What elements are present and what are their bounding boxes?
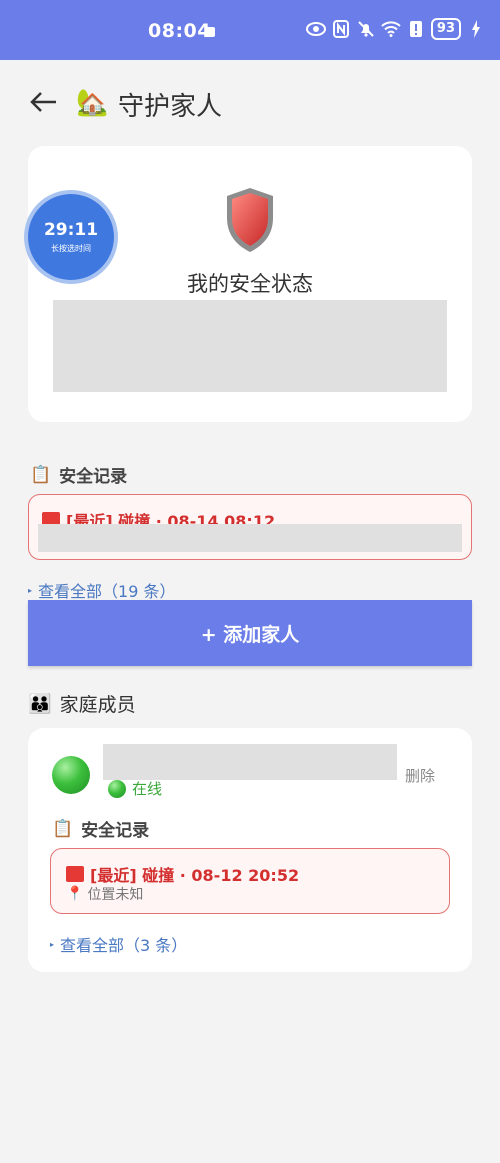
- house-icon: 🏡: [76, 88, 109, 118]
- online-status-text: 在线: [132, 780, 163, 798]
- status-content-placeholder: [53, 300, 447, 392]
- member-safety-records-heading: 📋 安全记录: [52, 816, 150, 842]
- member-location-text: 位置未知: [87, 887, 144, 903]
- member-location: 📍 位置未知: [66, 884, 143, 904]
- family-icon: 👪: [28, 693, 52, 715]
- clipboard-icon: 📋: [30, 464, 52, 485]
- charging-icon: [466, 19, 486, 39]
- page-header: 🏡 守护家人: [0, 60, 500, 150]
- member-see-all-link[interactable]: ▸ 查看全部（3 条）: [50, 932, 187, 956]
- eye-icon: [305, 19, 326, 39]
- shield-icon: [224, 186, 276, 254]
- back-arrow-icon[interactable]: [28, 86, 60, 118]
- online-avatar-icon: [52, 756, 90, 794]
- clock: 08:04: [148, 20, 211, 42]
- nfc-icon: [331, 19, 351, 39]
- online-status: 在线: [108, 778, 162, 799]
- status-icons: 93: [305, 18, 486, 40]
- see-all-records-link[interactable]: ▸ 查看全部（19 条）: [28, 578, 175, 602]
- record-detail-placeholder: [38, 524, 462, 552]
- triangle-icon: ▸: [50, 939, 55, 949]
- wifi-icon: [381, 19, 401, 39]
- page-title: 守护家人: [118, 92, 223, 122]
- alert-icon: [406, 19, 426, 39]
- member-see-all-text: 查看全部（3 条）: [60, 936, 188, 955]
- safety-records-heading: 📋 安全记录: [30, 462, 128, 488]
- member-latest-record-line: [最近] 碰撞 · 08-12 20:52: [66, 862, 299, 886]
- notification-icon: [205, 27, 215, 37]
- family-title: 家庭成员: [59, 694, 136, 716]
- battery-level: 93: [430, 18, 461, 40]
- member-latest-record-text: [最近] 碰撞 · 08-12 20:52: [90, 866, 300, 885]
- family-heading: 👪 家庭成员: [28, 690, 136, 717]
- mute-bell-icon: [356, 19, 376, 39]
- triangle-icon: ▸: [28, 585, 33, 595]
- timer-hint: 长按选时间: [51, 244, 91, 253]
- member-name-placeholder: [103, 744, 397, 780]
- member-safety-records-title: 安全记录: [81, 821, 150, 841]
- status-title: 我的安全状态: [187, 272, 313, 296]
- red-square-icon: [66, 866, 84, 882]
- see-all-records-text: 查看全部（19 条）: [38, 582, 176, 601]
- status-bar: 08:04 93: [0, 0, 500, 60]
- add-family-button[interactable]: + 添加家人: [28, 600, 472, 666]
- clipboard-icon: 📋: [52, 818, 74, 839]
- safety-records-title: 安全记录: [59, 467, 128, 487]
- online-dot-icon: [108, 779, 126, 798]
- delete-member-button[interactable]: 删除: [405, 765, 435, 786]
- location-pin-icon: 📍: [66, 886, 84, 902]
- timer-value: 29:11: [43, 220, 99, 240]
